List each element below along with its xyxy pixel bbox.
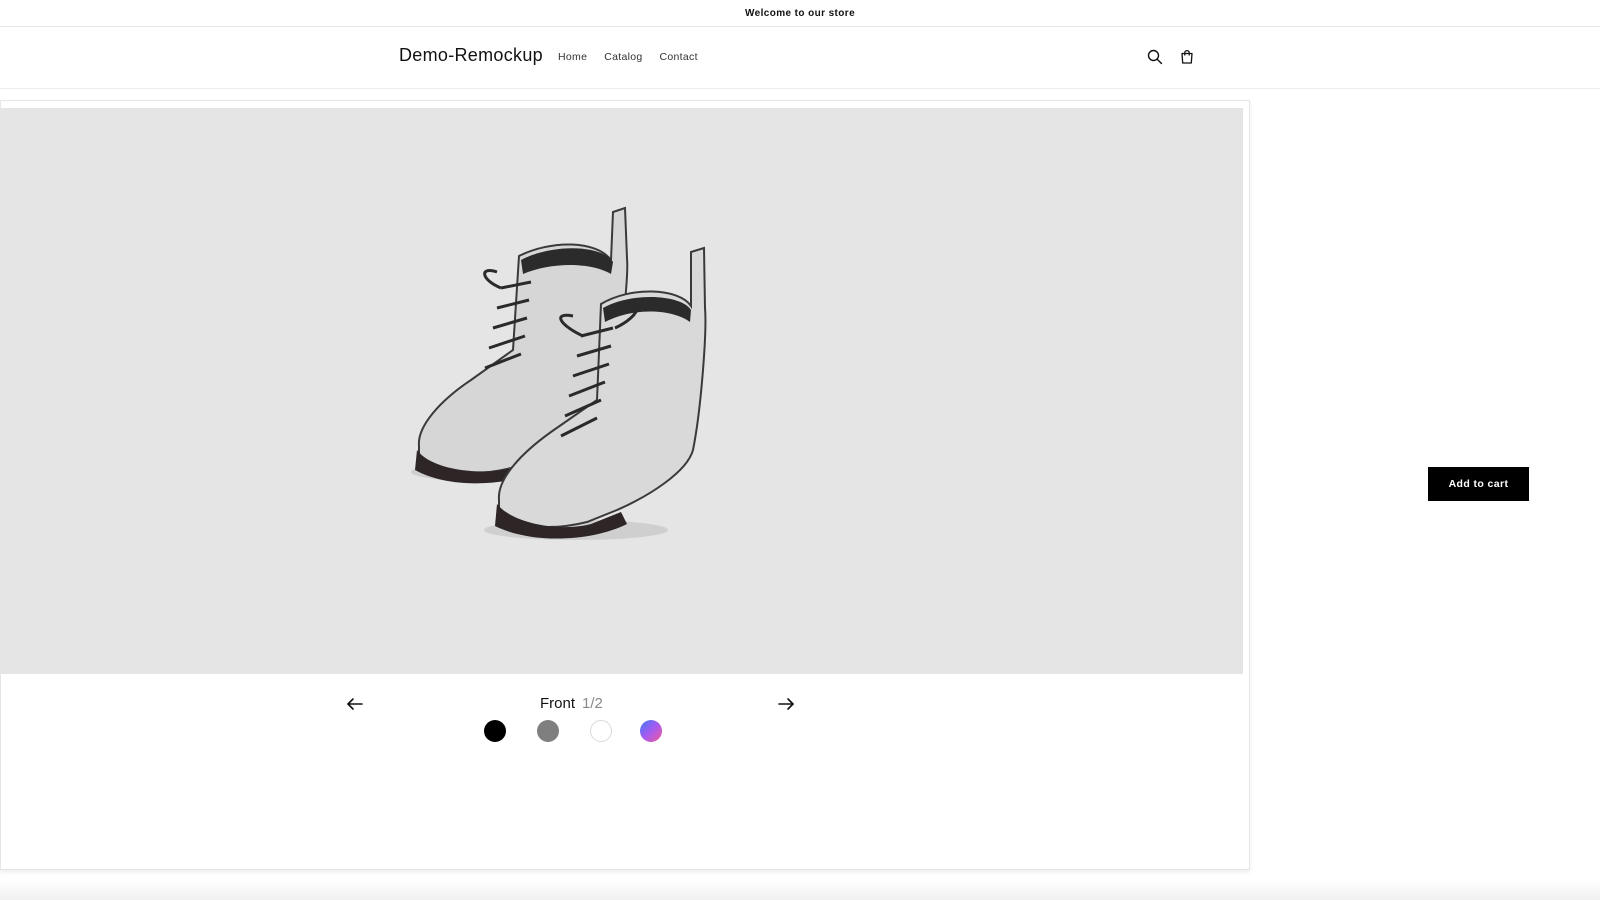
view-counter: 1/2 (582, 695, 603, 712)
swatch-gradient[interactable] (640, 720, 662, 742)
announcement-bar: Welcome to our store (0, 0, 1600, 27)
nav-catalog[interactable]: Catalog (604, 51, 642, 63)
product-mockup-panel: Front 1/2 (0, 100, 1250, 870)
site-header: Demo-Remockup Home Catalog Contact (0, 27, 1600, 89)
boots-illustration (411, 206, 707, 540)
page-bottom-edge (0, 880, 1600, 900)
view-label: Front (540, 695, 576, 712)
search-icon[interactable] (1145, 47, 1165, 67)
store-logo[interactable]: Demo-Remockup (399, 45, 543, 66)
arrow-left-icon[interactable] (344, 694, 366, 714)
swatch-white[interactable] (590, 720, 612, 742)
cart-icon[interactable] (1177, 47, 1197, 67)
main-nav: Home Catalog Contact (558, 51, 698, 63)
product-image[interactable] (1, 108, 1243, 674)
swatch-black[interactable] (484, 720, 506, 742)
announcement-text: Welcome to our store (744, 7, 856, 19)
add-to-cart-button[interactable]: Add to cart (1428, 467, 1529, 501)
arrow-right-icon[interactable] (775, 694, 797, 714)
swatch-gray[interactable] (537, 720, 559, 742)
nav-home[interactable]: Home (558, 51, 587, 63)
nav-contact[interactable]: Contact (660, 51, 698, 63)
color-swatches (1, 717, 1243, 747)
